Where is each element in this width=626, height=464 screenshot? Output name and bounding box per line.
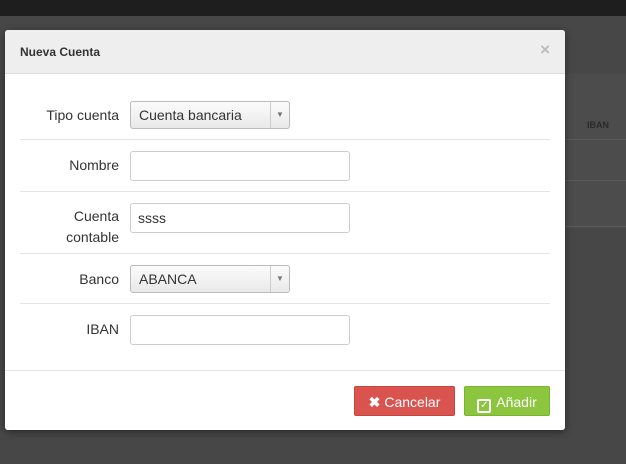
cancel-button[interactable]: ✖ Cancelar: [354, 386, 455, 416]
check-square-icon: ✓: [477, 399, 492, 413]
iban-label: IBAN: [86, 321, 119, 337]
x-mark-icon: ✖: [368, 394, 381, 410]
add-button-label: Añadir: [496, 394, 537, 410]
form-row-iban: IBAN: [20, 304, 550, 355]
form-row-nombre: Nombre: [20, 140, 550, 192]
cuenta-contable-label-line2: contable: [66, 229, 119, 245]
form-row-tipo-cuenta: Tipo cuenta Cuenta bancaria ▼: [20, 90, 550, 140]
table-row-divider: [565, 226, 626, 227]
form-row-cuenta-contable: Cuenta contable: [20, 192, 550, 254]
chevron-down-icon: ▼: [270, 266, 289, 292]
cuenta-contable-label-line1: Cuenta: [73, 208, 119, 224]
table-row-divider: [565, 180, 626, 181]
nombre-input[interactable]: [130, 151, 350, 181]
dialog-title: Nueva Cuenta: [20, 45, 101, 59]
dialog-footer: ✖ Cancelar ✓ Añadir: [5, 370, 565, 430]
background-topbar: [0, 0, 626, 16]
tipo-cuenta-select[interactable]: Cuenta bancaria ▼: [130, 101, 290, 129]
background-table: [565, 74, 626, 228]
iban-input[interactable]: [130, 315, 350, 345]
banco-select[interactable]: ABANCA ▼: [130, 265, 290, 293]
tipo-cuenta-label: Tipo cuenta: [46, 107, 119, 123]
cancel-button-label: Cancelar: [384, 394, 441, 410]
new-account-dialog: Nueva Cuenta × Tipo cuenta Cuenta bancar…: [5, 30, 565, 430]
background-iban-column-header: IBAN: [587, 120, 609, 130]
tipo-cuenta-selected-value: Cuenta bancaria: [139, 107, 242, 123]
close-icon[interactable]: ×: [540, 40, 550, 60]
cuenta-contable-label: Cuenta contable: [66, 206, 119, 248]
chevron-down-icon: ▼: [270, 102, 289, 128]
banco-label: Banco: [79, 271, 119, 287]
add-button[interactable]: ✓ Añadir: [464, 386, 550, 416]
table-row-divider: [565, 139, 626, 140]
banco-selected-value: ABANCA: [139, 271, 197, 287]
form-row-banco: Banco ABANCA ▼: [20, 254, 550, 304]
cuenta-contable-input[interactable]: [130, 203, 350, 233]
dialog-header: Nueva Cuenta ×: [5, 30, 565, 74]
nombre-label: Nombre: [69, 157, 119, 173]
